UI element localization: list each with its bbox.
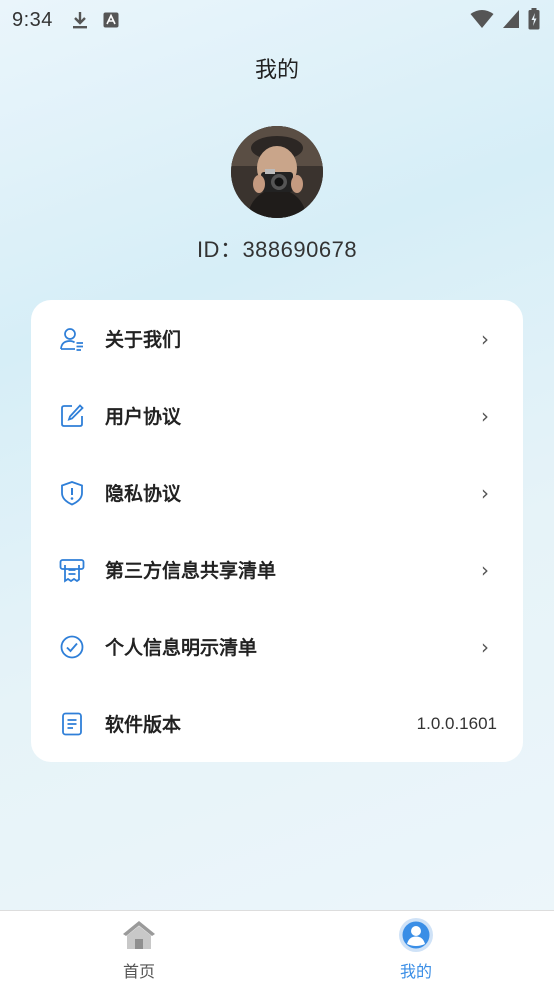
status-time: 9:34 [12,8,53,31]
menu-item-third-party-sharing[interactable]: 第三方信息共享清单 › [31,531,523,608]
font-a-icon [103,12,119,28]
version-value: 1.0.0.1601 [416,713,497,733]
wifi-icon [470,10,494,28]
tab-home[interactable]: 首页 [69,911,209,984]
bottom-tab-bar: 首页 我的 [0,910,554,984]
chevron-right-icon: › [481,557,489,582]
menu-item-label: 用户协议 [105,406,182,428]
tab-label: 首页 [122,962,155,981]
shield-alert-icon [61,480,83,505]
cellular-signal-icon [503,10,519,28]
menu-item-label: 关于我们 [105,329,182,351]
status-notification-icons [71,10,119,30]
menu-item-about-us[interactable]: 关于我们 › [31,300,523,377]
receipt-list-icon [59,558,85,583]
page-title: 我的 [254,58,299,83]
menu-card: 关于我们 › 用户协议 › 隐私协议 › 第三方信息共享清单 › 个人信息明示清… [31,300,523,762]
chevron-right-icon: › [481,634,489,659]
menu-item-software-version: 软件版本 1.0.0.1601 [31,685,523,762]
menu-item-privacy-policy[interactable]: 隐私协议 › [31,454,523,531]
download-icon [72,12,87,29]
user-id: ID：388690678 [196,237,358,262]
tab-mine[interactable]: 我的 [346,911,486,984]
user-profile-icon [60,327,83,351]
avatar[interactable] [231,126,323,218]
menu-item-label: 个人信息明示清单 [105,637,258,659]
chevron-right-icon: › [481,403,489,428]
edit-document-icon [61,403,84,427]
document-lines-icon [62,712,82,735]
menu-item-user-agreement[interactable]: 用户协议 › [31,377,523,454]
menu-item-personal-info-list[interactable]: 个人信息明示清单 › [31,608,523,685]
battery-icon [528,8,540,30]
person-icon [399,918,433,952]
chevron-right-icon: › [481,326,489,351]
tab-label: 我的 [399,962,432,981]
status-bar: 9:34 [0,0,554,40]
menu-item-label: 软件版本 [105,714,182,736]
status-system-icons [470,8,540,30]
menu-item-label: 隐私协议 [105,483,182,505]
chevron-right-icon: › [481,480,489,505]
check-circle-icon [60,635,84,658]
menu-item-label: 第三方信息共享清单 [105,560,277,582]
avatar-photo [231,126,323,218]
home-icon [123,921,155,949]
